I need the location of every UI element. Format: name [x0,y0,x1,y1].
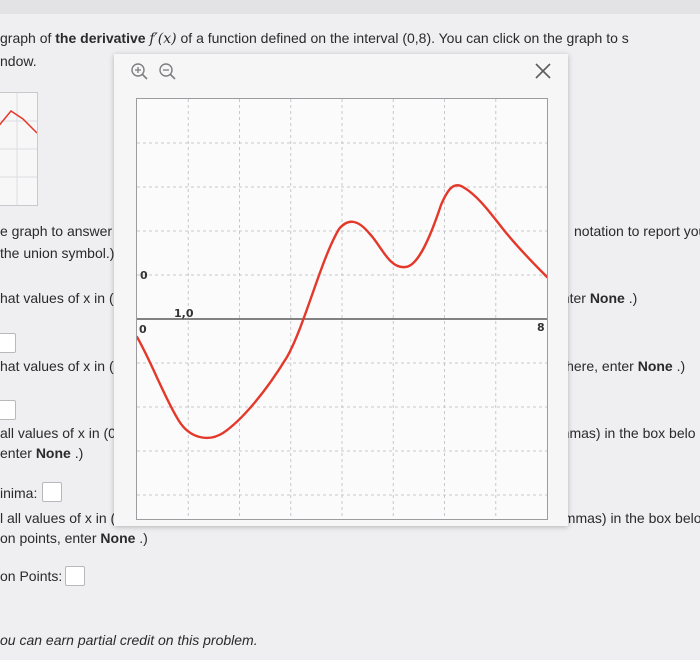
close-icon [535,63,551,79]
top-bar [0,0,700,14]
problem-intro-line2: ndow. [0,53,37,69]
graph-grid [137,99,547,519]
question2-text: hat values of x in (0, [0,290,126,306]
x-mid-label: 1,0 [174,307,194,320]
question5-line2: on points, enter None .) [0,530,148,546]
r3-suffix: .) [672,358,686,374]
inflection-points-label: on Points: [0,568,63,584]
question4-line1: all values of x in (0,8 [0,425,128,441]
zoom-out-button[interactable] [158,62,178,82]
thumbnail-plot [0,93,38,205]
q5-suffix: .) [135,530,148,546]
minima-input[interactable] [42,482,62,502]
y-mid-label: 0 [140,269,148,282]
answer-input-3[interactable] [0,400,16,420]
zoom-in-button[interactable] [130,62,150,82]
right-text-5: commas) in the box belo [549,510,700,526]
r3-prefix: where, enter [556,358,638,374]
question1-line2: the union symbol.) [0,245,115,261]
intro-bold: the derivative [55,30,146,46]
x-right-label: 8 [537,321,545,334]
q4-prefix: enter [0,445,36,461]
close-button[interactable] [532,60,554,82]
derivative-plot: 5 0 0 1,0 8 [137,99,547,519]
derivative-graph[interactable]: 5 0 0 1,0 8 [136,98,548,520]
question3-text: hat values of x in (0, [0,358,126,374]
r2-none: None [589,290,625,306]
partial-credit-note: ou can earn partial credit on this probl… [0,632,258,648]
zoom-in-icon [131,63,148,80]
graph-thumbnail[interactable] [0,92,38,206]
zoom-out-icon [159,63,176,80]
question1-line1: e graph to answer [0,223,113,239]
question4-line2: enter None .) [0,445,83,461]
q5-prefix: on points, enter [0,530,101,546]
answer-input-2[interactable] [0,333,16,353]
q4-none: None [35,445,71,461]
intro-math: f′(x) [149,31,177,47]
r3-none: None [637,358,673,374]
x-left-label: 0 [139,323,147,336]
minima-label: inima: [0,485,38,501]
q4-suffix: .) [70,445,84,461]
intro-suffix: of a function defined on the interval (0… [176,30,629,46]
inflection-points-input[interactable] [65,566,85,586]
right-text-1: notation to report your [574,223,700,239]
right-text-3: where, enter None .) [556,358,685,374]
graph-popup: 5 0 0 1,0 8 [114,54,568,526]
r2-suffix: .) [624,290,638,306]
right-text-4: ommas) in the box belo [550,425,696,441]
intro-prefix: graph of [0,30,56,46]
q5-none: None [100,530,136,546]
problem-intro-line1: graph of the derivative f′(x) of a funct… [0,30,629,47]
